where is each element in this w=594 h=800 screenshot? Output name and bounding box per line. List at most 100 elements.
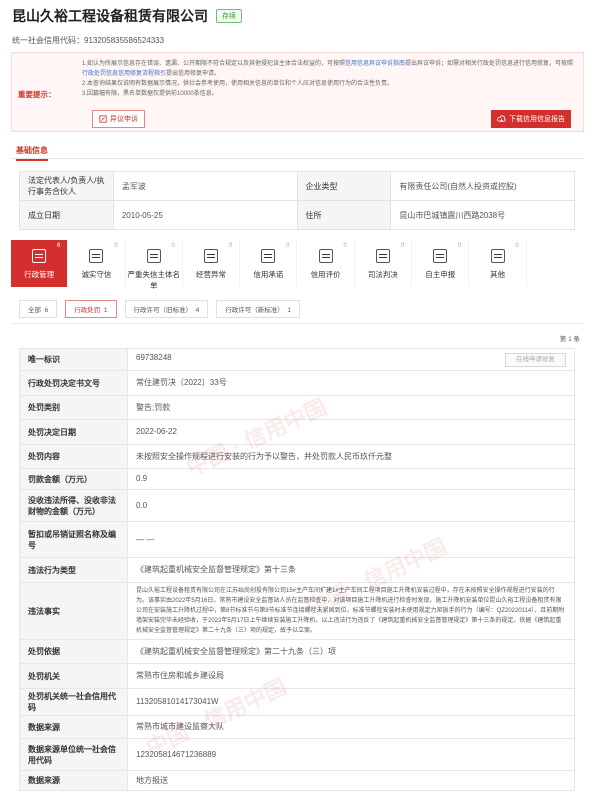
alarm-icon [204,249,219,263]
detail-key: 处罚内容 [19,444,128,469]
detail-value: 常熟市城市建设监察大队 [127,715,575,739]
category-count: 0 [343,243,347,249]
category-judicial[interactable]: 0 司法判决 [355,240,413,287]
detail-value: 0.9 [127,468,575,490]
basic-info-table: 法定代表人/负责人/执行事务合伙人 孟军波 企业类型 有限责任公司(自然人投资或… [19,171,575,230]
evaluation-icon [318,249,333,263]
detail-key: 行政处罚决定书文号 [19,370,128,396]
category-honesty[interactable]: 0 诚实守信 [68,240,126,287]
detail-value: 0.0 [127,489,575,522]
online-repair-button[interactable]: 在线申请修复 [505,352,566,367]
founded-date-label: 成立日期 [19,200,114,230]
table-row: 数据来源 常熟市城市建设监察大队 [19,715,575,739]
download-report-button[interactable]: 下载信用信息报告 [491,110,571,128]
table-row: 处罚类别 警告;罚款 [19,395,575,420]
subtab-penalty[interactable]: 行政处罚 1 [65,300,117,318]
notice-line1-a: 1.如认为所展示信息存在错误、遗漏、公开期限不符合规定以及其他侵犯该主体合法权益… [82,61,346,67]
detail-key: 数据来源 [19,770,128,791]
table-row: 法定代表人/负责人/执行事务合伙人 孟军波 企业类型 有限责任公司(自然人投资或… [19,171,575,201]
subtab-count: 4 [195,307,200,314]
category-label: 行政管理 [24,270,55,279]
detail-value: 昆山久裕工程设备租赁有限公司在江苏始尚创投有限公司15#主产车间扩建1#主产车间… [127,582,575,640]
detail-key: 处罚决定日期 [19,419,128,445]
notice-line1-c: 提出信用修复申请。 [166,71,221,77]
founded-date-value: 2010-05-25 [112,200,298,230]
company-type-value: 有限责任公司(自然人投资或控股) [390,171,575,201]
detail-key: 暂扣或吊销证照名称及编号 [19,521,128,558]
promise-icon [261,249,276,263]
category-count: 0 [228,243,233,249]
objection-button-label: 异议申诉 [110,116,138,123]
subtab-license-new[interactable]: 行政许可（新标准） 1 [216,300,300,318]
category-other[interactable]: 0 其他 [469,240,527,287]
table-row: 处罚决定日期 2022-06-22 [19,419,575,445]
table-row: 暂扣或吊销证照名称及编号 — — [19,521,575,558]
category-count: 0 [400,243,405,249]
category-label: 其他 [490,270,506,279]
detail-value: 未按照安全操作规程进行安装的行为予以警告，并处罚款人民币玖仟元整 [127,444,575,469]
detail-value: — — [127,521,575,558]
subtab-all[interactable]: 全部 6 [19,300,58,318]
detail-value: 常住建罚决〔2022〕33号 [127,370,575,396]
detail-key: 违法事实 [19,582,128,640]
objection-button[interactable]: 异议申诉 [92,110,145,128]
edit-icon [99,115,107,123]
detail-value: 常熟市住房和城乡建设局 [127,663,575,689]
category-count: 0 [515,243,519,249]
detail-key: 数据来源单位统一社会信用代码 [19,738,128,771]
detail-key: 唯一标识 [19,348,128,371]
address-value: 昆山市巴城镇震川西路2038号 [390,200,575,230]
notice-text: 1.如认为所展示信息存在错误、遗漏、公开期限不符合规定以及其他侵犯该主体合法权益… [82,59,578,99]
detail-value: 《建筑起重机械安全监督管理规定》第二十九条（三）项 [127,639,575,664]
detail-key: 处罚机关统一社会信用代码 [19,688,128,716]
category-label: 信用承诺 [253,270,284,279]
detail-key: 罚款金额（万元） [19,468,128,490]
category-admin[interactable]: 6 行政管理 [11,240,69,287]
appeal-guide-link[interactable]: 信用信息异议申诉指南 [345,61,405,67]
category-promise[interactable]: 0 信用承诺 [240,240,298,287]
repair-guide-link[interactable]: 行政处罚信息信用修复流程指引 [82,71,166,77]
subtab-label: 全部 [28,307,41,314]
table-row: 行政处罚决定书文号 常住建罚决〔2022〕33号 [19,370,575,396]
detail-key: 处罚依据 [19,639,128,664]
table-row: 违法事实 昆山久裕工程设备租赁有限公司在江苏始尚创投有限公司15#主产车间扩建1#… [19,582,575,640]
company-name: 昆山久裕工程设备租赁有限公司 [12,8,208,24]
detail-key: 处罚类别 [19,395,128,420]
record-pager: 第 1 条 [559,336,580,343]
honesty-icon [89,249,104,263]
other-icon [490,249,505,263]
category-count: 0 [171,243,175,249]
subtab-count: 1 [103,307,108,314]
category-label: 诚实守信 [81,270,112,279]
detail-value: 69738248 [136,352,172,362]
category-abnormal[interactable]: 0 经营异常 [183,240,241,287]
category-blacklist[interactable]: 0 严重失信主体名单 [126,240,183,290]
detail-key: 违法行为类型 [19,557,128,583]
divider [11,323,584,324]
admin-icon [32,249,47,263]
category-evaluation[interactable]: 0 信用评价 [297,240,355,287]
tab-basic-info[interactable]: 基础信息 [16,145,48,161]
category-bar: 6 行政管理 0 诚实守信 0 严重失信主体名单 0 经营异常 0 信用承诺 0 信用评价 … [11,240,584,290]
subtab-label: 行政许可（旧标准） [133,307,193,314]
table-row: 数据来源 地方报送 [19,770,575,791]
subtab-count: 1 [287,307,291,314]
notice-label: 重要提示： [18,90,56,99]
detail-key: 处罚机关 [19,663,128,689]
address-label: 住所 [296,200,392,230]
subtab-license-old[interactable]: 行政许可（旧标准） 4 [124,300,209,318]
table-row: 处罚内容 未按照安全操作规程进行安装的行为予以警告，并处罚款人民币玖仟元整 [19,444,575,469]
detail-value: 11320581014173041W [127,688,575,716]
table-row: 成立日期 2010-05-25 住所 昆山市巴城镇震川西路2038号 [19,200,575,230]
blacklist-icon [146,249,161,263]
detail-key: 没收违法所得、没收非法财物的金额（万元） [19,489,128,522]
category-declare[interactable]: 0 自主申报 [412,240,470,287]
notice-line2: 2.本查询结果仅说明有数据展示情况，供社会参考使用，使用相关信息的单位和个人应对… [82,81,394,87]
cloud-download-icon [497,115,506,122]
category-label: 信用评价 [310,270,341,279]
declare-icon [433,249,448,263]
judicial-icon [375,249,390,263]
detail-value: 12320581467123688​9 [127,738,575,771]
status-badge: 存续 [216,9,242,23]
legal-rep-value: 孟军波 [112,171,298,201]
